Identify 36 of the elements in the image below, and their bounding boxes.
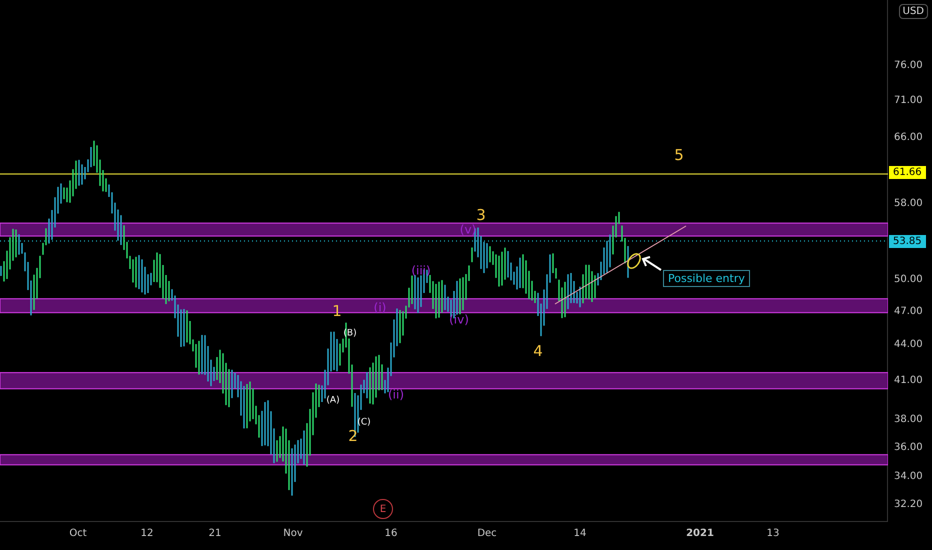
- time-tick: Oct: [69, 528, 87, 539]
- wave-label: (A): [326, 395, 340, 406]
- wave-label: 3: [476, 206, 486, 224]
- wave-label: (i): [374, 300, 386, 314]
- wave-label: 2: [348, 427, 358, 446]
- time-tick: Nov: [283, 528, 303, 539]
- time-tick: 14: [574, 528, 586, 539]
- wave-label: (iv): [449, 312, 469, 326]
- time-tick: Dec: [477, 528, 497, 539]
- wave-label: (v): [460, 222, 476, 236]
- wave-label: (iii): [411, 263, 431, 278]
- event-marker[interactable]: E: [373, 499, 393, 519]
- time-tick: 2021: [686, 528, 714, 539]
- price-tick: 34.00: [894, 471, 923, 482]
- time-tick: 13: [766, 528, 780, 539]
- price-tick: 38.00: [894, 414, 923, 426]
- wave-label: 4: [533, 342, 543, 360]
- wave-label: (ii): [388, 387, 404, 402]
- price-tick: 58.00: [894, 198, 923, 210]
- wave-label: 5: [674, 146, 684, 164]
- price-tick: 44.00: [894, 339, 923, 350]
- price-tick: 36.00: [894, 442, 923, 453]
- time-tick: 21: [208, 528, 222, 539]
- price-tick: 47.00: [894, 306, 923, 317]
- price-label: 61.66: [889, 166, 926, 179]
- price-tick: 66.00: [894, 132, 923, 144]
- price-label: 53.85: [889, 235, 926, 248]
- time-tick: 12: [140, 528, 154, 539]
- price-tick: 71.00: [894, 94, 923, 106]
- price-tick: 50.00: [894, 274, 923, 286]
- currency-button[interactable]: USD: [898, 4, 928, 19]
- price-tick: 41.00: [894, 375, 923, 386]
- time-tick: 16: [384, 528, 398, 539]
- price-tick: 76.00: [894, 60, 923, 71]
- price-tick: 32.20: [894, 499, 923, 510]
- callout-label: Possible entry: [663, 270, 750, 287]
